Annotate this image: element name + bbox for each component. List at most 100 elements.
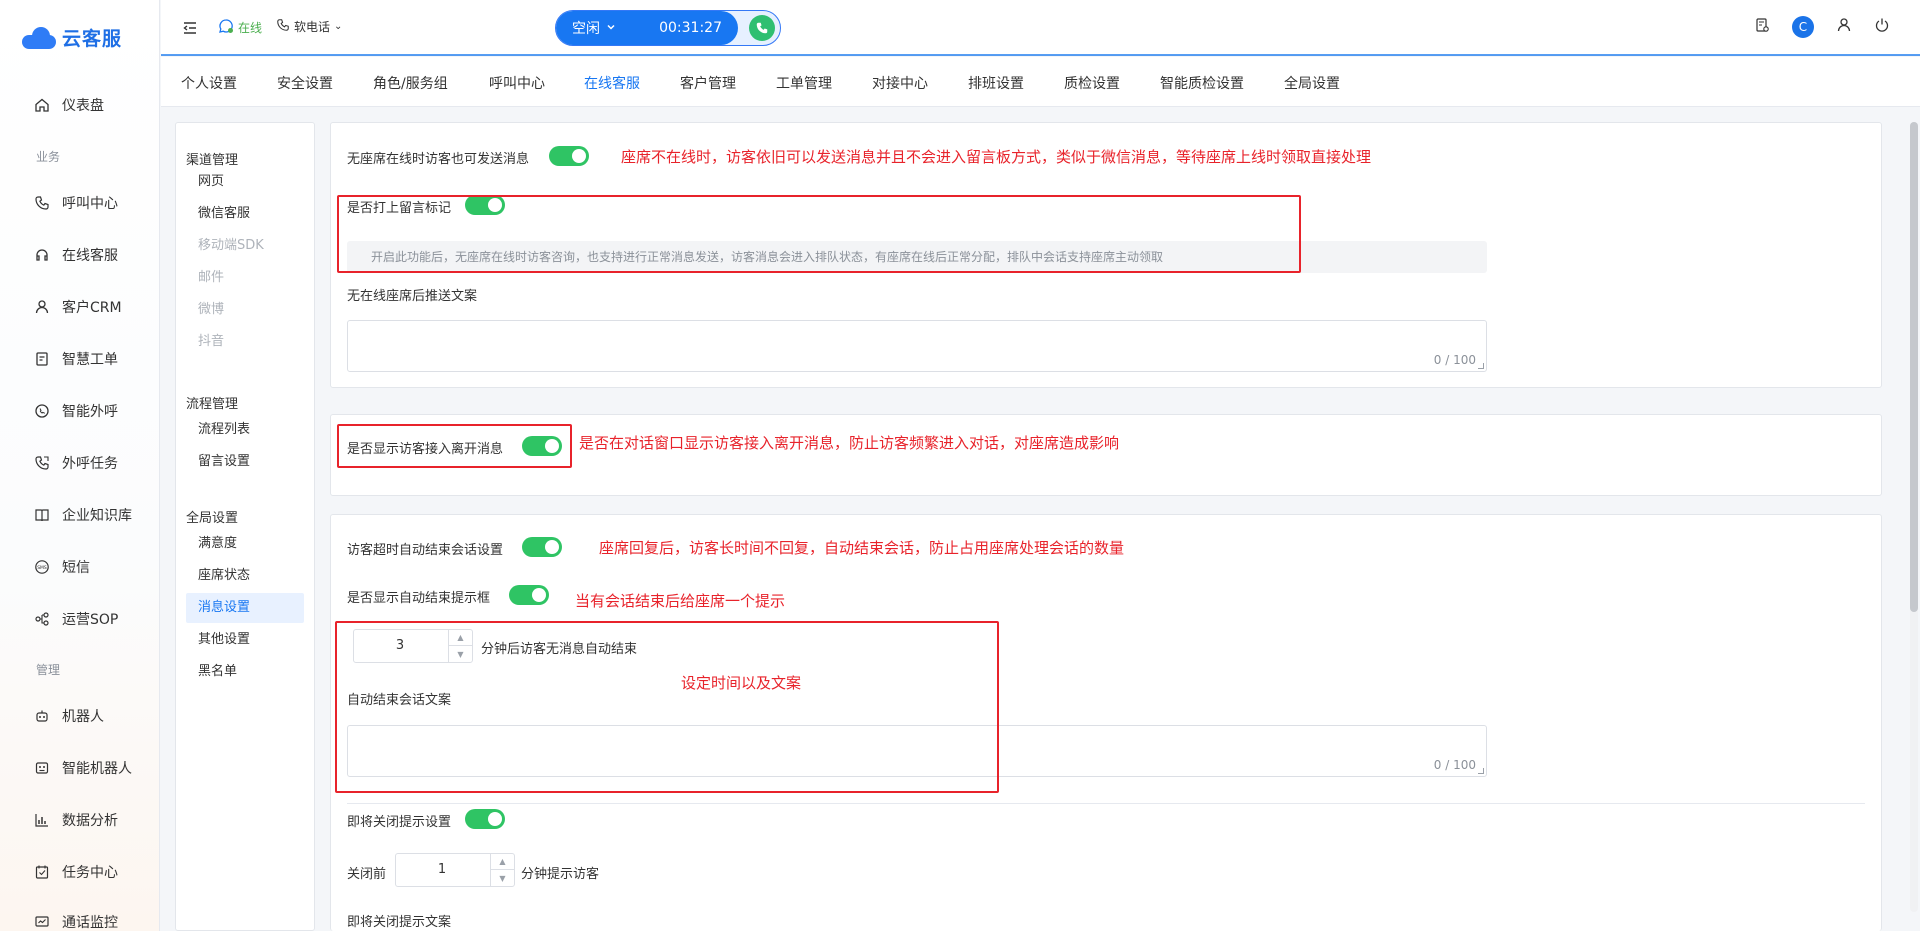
before-close-stepper[interactable]: 1 ▲ ▼ [395, 853, 515, 887]
submenu-item-flow-list[interactable]: 流程列表 [186, 415, 304, 445]
submenu-item-satisfaction[interactable]: 满意度 [186, 529, 304, 559]
section-divider [347, 803, 1865, 804]
join-leave-panel: 是否显示访客接入离开消息 是否在对话窗口显示访客接入离开消息，防止访客频繁进入对… [330, 414, 1882, 496]
sidebar-item-data-analysis[interactable]: 数据分析 [34, 810, 118, 830]
tab-personal[interactable]: 个人设置 [181, 73, 237, 93]
sidebar-item-sms[interactable]: SMS 短信 [34, 557, 90, 577]
power-icon[interactable] [1874, 17, 1890, 37]
offline-send-switch[interactable] [549, 146, 589, 166]
tab-roles[interactable]: 角色/服务组 [373, 73, 448, 93]
tab-global[interactable]: 全局设置 [1284, 73, 1340, 93]
tab-customers[interactable]: 客户管理 [680, 73, 736, 93]
submenu-item-message-settings[interactable]: 留言设置 [186, 447, 304, 477]
svg-text:SMS: SMS [37, 565, 47, 571]
chart-icon [34, 812, 50, 828]
tab-call-center[interactable]: 呼叫中心 [489, 73, 545, 93]
cloud-logo-icon [22, 26, 56, 49]
call-state-select[interactable]: 空闲 [572, 18, 616, 38]
auto-end-switch[interactable] [522, 537, 562, 557]
annotation-box [335, 621, 999, 793]
resize-handle-icon[interactable] [1478, 768, 1484, 774]
phone-icon [34, 195, 50, 211]
tab-tickets[interactable]: 工单管理 [776, 73, 832, 93]
topbar: 在线 软电话 ⌄ 空闲 00:31:27 C [161, 0, 1920, 56]
sidebar-item-task-center[interactable]: 任务中心 [34, 862, 118, 882]
phone-mode-select[interactable]: 软电话 ⌄ [276, 18, 342, 35]
submenu-item-wechat[interactable]: 微信客服 [186, 199, 304, 229]
tab-online-service[interactable]: 在线客服 [584, 73, 640, 93]
submenu-item-blacklist[interactable]: 黑名单 [186, 657, 304, 687]
decrement-icon[interactable]: ▼ [491, 870, 514, 886]
chevron-down-icon: ⌄ [334, 21, 343, 32]
user-icon[interactable] [1836, 17, 1852, 37]
submenu-item-weibo: 微博 [198, 302, 225, 317]
submenu-item-other[interactable]: 其他设置 [186, 625, 304, 655]
chat-status-icon [218, 18, 234, 37]
push-text-textarea[interactable]: 0 / 100 [347, 320, 1487, 372]
user-icon [34, 299, 50, 315]
submenu-item-web[interactable]: 网页 [186, 167, 304, 197]
call-status-bar: 空闲 00:31:27 [555, 10, 781, 46]
sidebar-item-label: 机器人 [62, 709, 104, 725]
topbar-accent-line [161, 54, 1920, 56]
logo-text: 云客服 [62, 28, 123, 50]
settings-submenu: 渠道管理 网页 微信客服 移动端SDK 邮件 微博 抖音 流程管理 流程列表 留… [175, 122, 315, 931]
sidebar-item-label: 智能外呼 [62, 404, 118, 420]
closing-tip-text-label: 即将关闭提示文案 [347, 915, 452, 930]
chevron-down-icon [606, 20, 616, 36]
sidebar-item-sop[interactable]: 运营SOP [34, 609, 118, 629]
sidebar-item-crm[interactable]: 客户CRM [34, 297, 122, 317]
closing-tip-switch[interactable] [465, 809, 505, 829]
submenu-item-email: 邮件 [198, 270, 225, 285]
sidebar-item-smart-robot[interactable]: 智能机器人 [34, 758, 132, 778]
whatsapp-phone-icon [34, 403, 50, 419]
tab-scheduling[interactable]: 排班设置 [968, 73, 1024, 93]
tab-qa[interactable]: 质检设置 [1064, 73, 1120, 93]
smart-robot-icon [34, 760, 50, 776]
auto-end-label: 访客超时自动结束会话设置 [347, 543, 504, 558]
document-settings-icon[interactable] [1754, 17, 1770, 37]
resize-handle-icon[interactable] [1478, 363, 1484, 369]
submenu-item-message-config[interactable]: 消息设置 [186, 593, 304, 623]
sidebar-item-label: 任务中心 [62, 865, 118, 881]
app-logo[interactable]: 云客服 [22, 24, 122, 51]
show-end-tip-switch[interactable] [509, 585, 549, 605]
offline-send-label: 无座席在线时访客也可发送消息 [347, 152, 530, 167]
sidebar-item-call-monitor[interactable]: 通话监控 [34, 912, 118, 931]
sidebar-item-dashboard[interactable]: 仪表盘 [34, 95, 104, 115]
call-timer: 00:31:27 [659, 20, 722, 36]
book-icon [34, 507, 50, 523]
annotation-join-leave: 是否在对话窗口显示访客接入离开消息，防止访客频繁进入对话，对座席造成影响 [579, 434, 1120, 452]
sidebar-item-outbound-task[interactable]: 外呼任务 [34, 453, 118, 473]
tab-security[interactable]: 安全设置 [277, 73, 333, 93]
sidebar-item-label: 呼叫中心 [62, 196, 118, 212]
home-icon [34, 97, 50, 113]
sidebar-item-label: 智能机器人 [62, 761, 132, 777]
menu-collapse-icon[interactable] [181, 19, 199, 37]
topbar-actions: C [1754, 16, 1890, 38]
annotation-auto-end: 座席回复后，访客长时间不回复，自动结束会话，防止占用座席处理会话的数量 [599, 539, 1125, 557]
tab-smart-qa[interactable]: 智能质检设置 [1160, 73, 1244, 93]
ticket-icon [34, 351, 50, 367]
sidebar-item-smart-outbound[interactable]: 智能外呼 [34, 401, 118, 421]
agent-status[interactable]: 在线 [218, 18, 262, 37]
annotation-end-tip: 当有会话结束后给座席一个提示 [575, 592, 786, 610]
call-state-label: 空闲 [572, 21, 600, 37]
increment-icon[interactable]: ▲ [491, 854, 514, 870]
sidebar-item-label: 通话监控 [62, 915, 118, 931]
sidebar-item-label: 企业知识库 [62, 508, 132, 524]
dial-button[interactable] [749, 15, 775, 41]
sidebar-item-ticket[interactable]: 智慧工单 [34, 349, 118, 369]
annotation-box [337, 195, 1301, 273]
tab-integration[interactable]: 对接中心 [872, 73, 928, 93]
closing-tip-label: 即将关闭提示设置 [347, 815, 452, 830]
avatar[interactable]: C [1792, 16, 1814, 38]
auto-end-panel: 访客超时自动结束会话设置 座席回复后，访客长时间不回复，自动结束会话，防止占用座… [330, 514, 1882, 931]
sidebar-item-knowledge-base[interactable]: 企业知识库 [34, 505, 132, 525]
scrollbar-thumb[interactable] [1910, 122, 1918, 612]
sidebar-item-robot[interactable]: 机器人 [34, 706, 104, 726]
sidebar-item-call-center[interactable]: 呼叫中心 [34, 193, 118, 213]
sidebar-item-online-service[interactable]: 在线客服 [34, 245, 118, 265]
page-scrollbar[interactable] [1910, 122, 1918, 912]
submenu-item-agent-status[interactable]: 座席状态 [186, 561, 304, 591]
